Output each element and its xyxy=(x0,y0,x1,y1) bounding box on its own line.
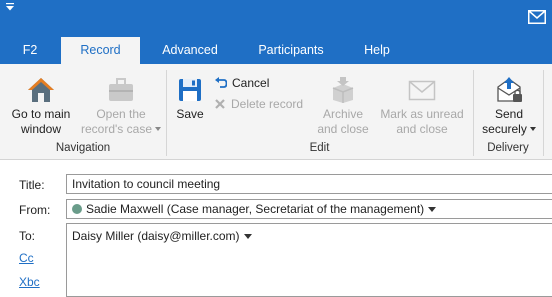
tab-advanced[interactable]: Advanced xyxy=(150,37,230,64)
title-bar xyxy=(0,0,552,37)
separator xyxy=(543,70,544,156)
go-to-main-line2: window xyxy=(20,122,62,136)
cc-link[interactable]: Cc xyxy=(19,251,34,265)
tab-f2[interactable]: F2 xyxy=(10,37,50,64)
cancel-label: Cancel xyxy=(232,76,270,90)
archive-line1: Archive xyxy=(322,107,363,121)
send-securely-line1: Send xyxy=(494,107,524,121)
send-securely-line2: securely xyxy=(478,122,540,137)
mark-unread-line2: and close xyxy=(396,122,448,136)
open-case-line2: record's case xyxy=(78,122,164,137)
mark-as-unread-button[interactable]: Mark as unread and close xyxy=(377,76,467,137)
tab-record[interactable]: Record xyxy=(61,37,140,64)
ribbon-tabs: F2 Record Advanced Participants Help xyxy=(0,37,552,64)
delete-icon xyxy=(215,99,225,109)
tab-participants[interactable]: Participants xyxy=(244,37,338,64)
from-label: From: xyxy=(19,203,51,217)
quick-access-icon[interactable] xyxy=(5,3,15,11)
group-label-delivery: Delivery xyxy=(487,142,529,154)
delete-record-label: Delete record xyxy=(231,97,304,111)
tab-help[interactable]: Help xyxy=(350,37,404,64)
save-label: Save xyxy=(176,107,204,121)
secure-send-icon xyxy=(497,77,522,102)
home-icon xyxy=(28,78,54,102)
status-dot-icon xyxy=(72,204,82,214)
envelope-icon xyxy=(408,80,436,101)
archive-line2: and close xyxy=(317,122,369,136)
to-field[interactable]: Daisy Miller (daisy@miller.com) xyxy=(66,223,552,297)
title-label: Title: xyxy=(19,178,45,192)
chevron-down-icon[interactable] xyxy=(428,207,437,212)
from-value: Sadie Maxwell (Case manager, Secretariat… xyxy=(86,202,425,216)
save-button[interactable]: Save xyxy=(170,76,210,122)
ribbon: Go to main window Open the record's case… xyxy=(0,64,552,160)
group-label-navigation: Navigation xyxy=(55,142,111,154)
chevron-down-icon[interactable] xyxy=(243,234,252,239)
mail-icon xyxy=(528,10,546,24)
to-label: To: xyxy=(19,229,36,243)
open-case-line1: Open the xyxy=(96,107,146,121)
chevron-down-icon xyxy=(155,127,161,131)
go-to-main-line1: Go to main xyxy=(11,107,71,121)
record-form: Title: Invitation to council meeting Fro… xyxy=(0,160,552,297)
undo-icon xyxy=(215,77,228,88)
delete-record-button[interactable]: Delete record xyxy=(214,96,303,112)
cancel-button[interactable]: Cancel xyxy=(214,75,269,91)
briefcase-icon xyxy=(109,78,133,101)
group-label-edit: Edit xyxy=(309,142,330,154)
from-field[interactable]: Sadie Maxwell (Case manager, Secretariat… xyxy=(66,199,552,219)
bcc-link[interactable]: Xbc xyxy=(19,275,40,289)
save-icon xyxy=(179,79,201,101)
chevron-down-icon xyxy=(529,127,536,131)
go-to-main-window-button[interactable]: Go to main window xyxy=(4,76,78,137)
archive-icon xyxy=(332,77,354,103)
mark-unread-line1: Mark as unread xyxy=(380,107,464,121)
send-securely-button[interactable]: Send securely xyxy=(478,76,540,137)
archive-and-close-button[interactable]: Archive and close xyxy=(313,76,373,137)
title-input[interactable]: Invitation to council meeting xyxy=(66,174,552,194)
to-recipient: Daisy Miller (daisy@miller.com) xyxy=(72,229,240,243)
open-records-case-button[interactable]: Open the record's case xyxy=(78,76,164,137)
